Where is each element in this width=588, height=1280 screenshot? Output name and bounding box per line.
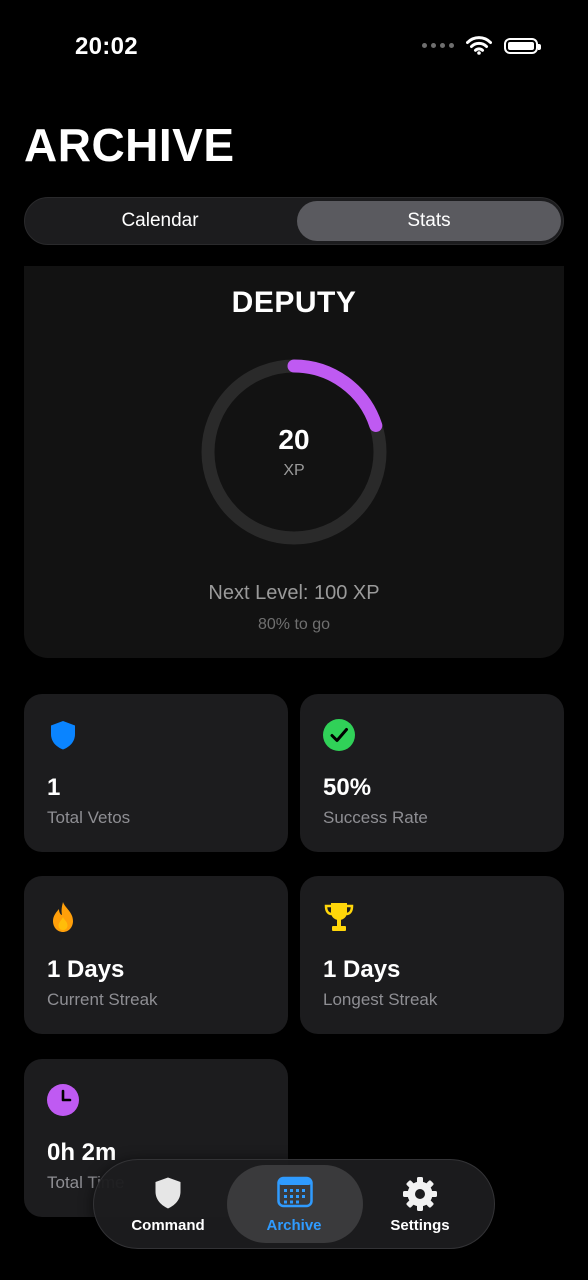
stat-value: 1 Days — [323, 956, 401, 983]
stat-card-current-streak[interactable]: 1 Days Current Streak — [24, 876, 288, 1034]
flame-icon — [53, 902, 73, 932]
wifi-icon — [466, 36, 492, 55]
battery-icon — [504, 37, 541, 54]
stat-label: Longest Streak — [323, 990, 438, 1009]
signal-dots-icon — [422, 43, 454, 48]
tab-settings[interactable]: Settings — [353, 1160, 487, 1248]
tab-bar: Command Archive Settings — [93, 1159, 495, 1249]
segment-stats[interactable]: Stats — [297, 201, 561, 241]
xp-unit: XP — [283, 462, 305, 479]
gear-icon — [403, 1177, 437, 1211]
stat-value: 50% — [323, 774, 372, 801]
level-name: DEPUTY — [231, 286, 357, 319]
tab-label: Settings — [390, 1217, 450, 1234]
tab-label: Command — [131, 1217, 205, 1234]
stat-card-total-vetos[interactable]: 1 Total Vetos — [24, 694, 288, 852]
stat-card-success-rate[interactable]: 50% Success Rate — [300, 694, 564, 852]
calendar-icon — [277, 1176, 313, 1208]
shield-icon — [51, 721, 75, 750]
stat-label: Total Vetos — [47, 808, 131, 827]
stat-label: Success Rate — [323, 808, 428, 827]
segment-calendar[interactable]: Calendar — [29, 201, 291, 241]
trophy-icon — [324, 903, 354, 931]
screen: 20:02 ARCHIVE Calendar Stats DEPUTY 20 X… — [0, 0, 588, 1280]
stat-label: Current Streak — [47, 990, 158, 1009]
progress-remaining-text: 80% to go — [257, 616, 331, 633]
tab-label: Archive — [266, 1217, 322, 1234]
clock-icon — [47, 1084, 79, 1116]
checkmark-circle-icon — [323, 719, 355, 751]
status-time: 20:02 — [75, 33, 138, 60]
stat-value: 1 Days — [47, 956, 125, 983]
segmented-control: Calendar Stats — [24, 197, 564, 245]
tab-command[interactable]: Command — [101, 1160, 235, 1248]
xp-value: 20 — [278, 424, 310, 455]
status-icons — [422, 36, 541, 55]
shield-icon — [155, 1177, 181, 1209]
tab-archive[interactable]: Archive — [227, 1160, 363, 1248]
stat-card-longest-streak[interactable]: 1 Days Longest Streak — [300, 876, 564, 1034]
page-title: ARCHIVE — [24, 119, 235, 171]
next-level-text: Next Level: 100 XP — [208, 582, 380, 604]
level-card: DEPUTY 20 XP Next Level: 100 XP 80% to g… — [24, 266, 564, 658]
stat-value: 1 — [47, 774, 61, 801]
